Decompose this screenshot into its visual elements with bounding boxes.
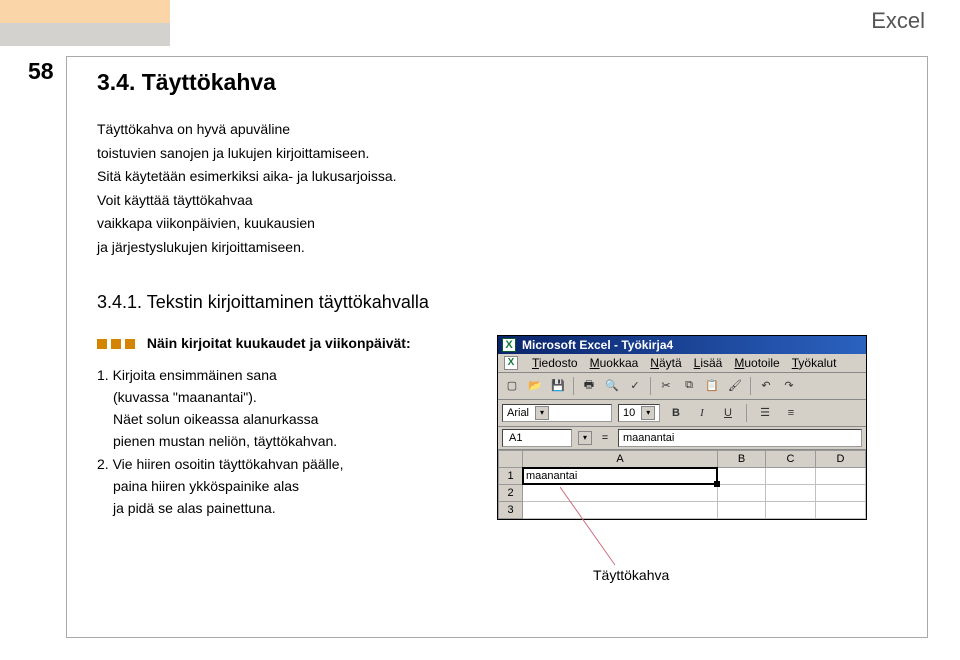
- step-line: 2. Vie hiiren osoitin täyttökahvan pääll…: [97, 454, 467, 474]
- step-line: ja pidä se alas painettuna.: [97, 498, 467, 518]
- cell[interactable]: [816, 501, 866, 518]
- font-size-combo[interactable]: 10 ▾: [618, 404, 660, 422]
- chevron-down-icon[interactable]: ▾: [535, 406, 549, 420]
- row-header[interactable]: 3: [499, 501, 523, 518]
- cut-icon[interactable]: ✂: [656, 376, 676, 396]
- redo-icon[interactable]: ↷: [779, 376, 799, 396]
- chevron-down-icon[interactable]: ▾: [641, 406, 655, 420]
- align-center-icon[interactable]: ≡: [781, 403, 801, 423]
- excel-window: X Microsoft Excel - Työkirja4 X Tiedosto…: [497, 335, 867, 520]
- page-number: 58: [28, 58, 54, 85]
- subsection-heading: 3.4.1. Tekstin kirjoittaminen täyttökahv…: [97, 292, 897, 313]
- worksheet-grid[interactable]: A B C D 1 maanantai: [498, 450, 866, 519]
- lead-text: Näin kirjoitat kuukaudet ja viikonpäivät…: [147, 335, 411, 351]
- intro-line: Voit käyttää täyttökahvaa: [97, 191, 897, 211]
- spellcheck-icon[interactable]: ✓: [625, 376, 645, 396]
- italic-button[interactable]: I: [692, 403, 712, 423]
- format-painter-icon[interactable]: 🖌: [725, 376, 745, 396]
- equals-label: =: [598, 432, 612, 444]
- content-frame: 3.4. Täyttökahva Täyttökahva on hyvä apu…: [66, 56, 928, 638]
- menu-item[interactable]: Näytä: [650, 356, 681, 370]
- copy-icon[interactable]: ⧉: [679, 376, 699, 396]
- font-name-value: Arial: [507, 407, 529, 419]
- bold-button[interactable]: B: [666, 403, 686, 423]
- row-header[interactable]: 2: [499, 484, 523, 501]
- save-icon[interactable]: 💾: [548, 376, 568, 396]
- step-line: paina hiiren ykköspainike alas: [97, 476, 467, 496]
- menu-item[interactable]: Lisää: [694, 356, 723, 370]
- intro-line: toistuvien sanojen ja lukujen kirjoittam…: [97, 144, 897, 164]
- menu-item[interactable]: Tiedosto: [532, 356, 578, 370]
- intro-line: Sitä käytetään esimerkiksi aika- ja luku…: [97, 167, 897, 187]
- new-icon[interactable]: ▢: [502, 376, 522, 396]
- intro-line: vaikkapa viikonpäivien, kuukausien: [97, 214, 897, 234]
- excel-app-icon: X: [502, 338, 516, 352]
- step-line: 1. Kirjoita ensimmäinen sana: [97, 365, 467, 385]
- cell[interactable]: [523, 484, 718, 501]
- formula-bar: A1 ▾ = maanantai: [498, 427, 866, 450]
- cell[interactable]: [718, 484, 766, 501]
- column-header[interactable]: C: [766, 450, 816, 467]
- column-header[interactable]: B: [718, 450, 766, 467]
- separator: [573, 377, 574, 395]
- separator: [650, 377, 651, 395]
- intro-line: ja järjestyslukujen kirjoittamiseen.: [97, 238, 897, 258]
- step-line: Näet solun oikeassa alanurkassa: [97, 409, 467, 429]
- font-size-value: 10: [623, 407, 635, 419]
- select-all-corner[interactable]: [499, 450, 523, 467]
- cell[interactable]: [816, 467, 866, 484]
- header-decoration: [0, 0, 170, 46]
- step-line: (kuvassa "maanantai").: [97, 387, 467, 407]
- menu-item[interactable]: Muotoile: [734, 356, 779, 370]
- menubar: X Tiedosto Muokkaa Näytä Lisää Muotoile …: [498, 354, 866, 373]
- chevron-down-icon[interactable]: ▾: [578, 431, 592, 445]
- formula-value[interactable]: maanantai: [618, 429, 862, 447]
- cell[interactable]: [816, 484, 866, 501]
- standard-toolbar: ▢ 📂 💾 🖶 🔍 ✓ ✂ ⧉ 📋 🖌 ↶ ↷: [498, 373, 866, 400]
- align-left-icon[interactable]: ☰: [755, 403, 775, 423]
- undo-icon[interactable]: ↶: [756, 376, 776, 396]
- fill-handle[interactable]: [714, 481, 720, 487]
- print-icon[interactable]: 🖶: [579, 376, 599, 396]
- titlebar: X Microsoft Excel - Työkirja4: [498, 336, 866, 354]
- column-header[interactable]: A: [523, 450, 718, 467]
- document-app-title: Excel: [871, 8, 925, 34]
- cell[interactable]: [766, 467, 816, 484]
- instructions-lead: Näin kirjoitat kuukaudet ja viikonpäivät…: [97, 335, 467, 351]
- cell[interactable]: [718, 467, 766, 484]
- cell[interactable]: [718, 501, 766, 518]
- row-header[interactable]: 1: [499, 467, 523, 484]
- underline-button[interactable]: U: [718, 403, 738, 423]
- open-icon[interactable]: 📂: [525, 376, 545, 396]
- cell[interactable]: [766, 484, 816, 501]
- intro-line: Täyttökahva on hyvä apuväline: [97, 120, 897, 140]
- cell[interactable]: [523, 501, 718, 518]
- menu-item[interactable]: Muokkaa: [590, 356, 639, 370]
- window-title: Microsoft Excel - Työkirja4: [522, 338, 673, 352]
- callout-label: Täyttökahva: [593, 567, 669, 583]
- column-header[interactable]: D: [816, 450, 866, 467]
- font-name-combo[interactable]: Arial ▾: [502, 404, 612, 422]
- cell[interactable]: [766, 501, 816, 518]
- workbook-icon: X: [504, 356, 518, 370]
- bullet-squares-icon: [97, 339, 135, 349]
- cell-a1[interactable]: maanantai: [523, 467, 718, 484]
- separator: [746, 404, 747, 422]
- preview-icon[interactable]: 🔍: [602, 376, 622, 396]
- screenshot-column: X Microsoft Excel - Työkirja4 X Tiedosto…: [497, 335, 897, 521]
- step-line: pienen mustan neliön, täyttökahvan.: [97, 431, 467, 451]
- section-heading: 3.4. Täyttökahva: [97, 69, 897, 96]
- intro-paragraph: Täyttökahva on hyvä apuväline toistuvien…: [97, 120, 897, 258]
- menu-item[interactable]: Työkalut: [792, 356, 837, 370]
- formatting-toolbar: Arial ▾ 10 ▾ B I U ☰ ≡: [498, 400, 866, 427]
- instructions-column: Näin kirjoitat kuukaudet ja viikonpäivät…: [97, 335, 467, 521]
- paste-icon[interactable]: 📋: [702, 376, 722, 396]
- separator: [750, 377, 751, 395]
- name-box[interactable]: A1: [502, 429, 572, 447]
